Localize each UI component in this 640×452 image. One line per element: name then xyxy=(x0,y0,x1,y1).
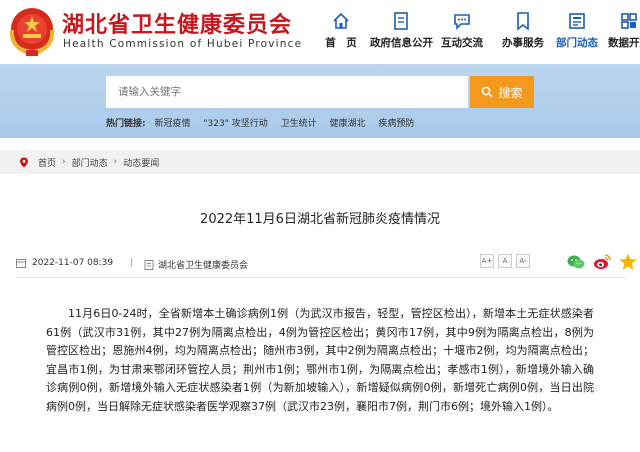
hot-link[interactable]: 新冠疫情 xyxy=(154,119,190,129)
hot-link[interactable]: 健康湖北 xyxy=(329,119,365,129)
publish-date: 2022-11-07 08:39 xyxy=(16,258,113,268)
breadcrumb: 首页 › 部门动态 › 动态要闻 xyxy=(0,150,640,174)
nav-item-home[interactable]: 首 页 xyxy=(310,8,372,56)
site-header: 湖北省卫生健康委员会 Health Commission of Hubei Pr… xyxy=(0,0,640,64)
news-icon xyxy=(569,13,585,29)
site-title[interactable]: 湖北省卫生健康委员会 xyxy=(62,7,292,39)
search-input[interactable] xyxy=(106,76,468,108)
nav-item-interaction[interactable]: 互动交流 xyxy=(431,8,493,56)
search-icon xyxy=(482,86,494,98)
chat-icon xyxy=(454,14,470,30)
share-buttons xyxy=(566,252,638,272)
location-pin-icon xyxy=(20,157,28,167)
breadcrumb-home[interactable]: 首页 xyxy=(38,156,56,169)
font-larger-button[interactable]: A+ xyxy=(480,254,494,268)
hot-links-label: 热门链接: xyxy=(106,119,146,129)
nav-label: 首 页 xyxy=(325,37,357,49)
font-normal-button[interactable]: A xyxy=(498,254,512,268)
breadcrumb-current[interactable]: 动态要闻 xyxy=(123,156,159,169)
hot-link[interactable]: 疾病预防 xyxy=(378,119,414,129)
article-body: 11月6日0-24时，全省新增本土确诊病例1例（为武汉市报告，轻型，管控区检出）… xyxy=(46,307,594,413)
calendar-icon xyxy=(16,259,26,268)
nav-label: 互动交流 xyxy=(441,37,483,49)
font-smaller-button[interactable]: A- xyxy=(516,254,530,268)
hot-link[interactable]: "323" 攻坚行动 xyxy=(203,119,267,129)
article-source-text: 湖北省卫生健康委员会 xyxy=(158,261,249,271)
breadcrumb-separator-icon: › xyxy=(62,157,66,167)
bookmark-icon xyxy=(517,12,529,31)
font-size-controls: A+ A A- xyxy=(480,254,530,268)
publish-date-text: 2022-11-07 08:39 xyxy=(32,258,114,268)
nav-item-gov-info[interactable]: 政府信息公开 xyxy=(370,8,433,56)
search-banner: 搜索 热门链接: 新冠疫情 "323" 攻坚行动 卫生统计 健康湖北 疾病预防 xyxy=(0,64,640,138)
meta-divider: | xyxy=(130,258,134,268)
weibo-icon[interactable] xyxy=(592,252,612,272)
breadcrumb-department-news[interactable]: 部门动态 xyxy=(72,156,108,169)
article-source: 湖北省卫生健康委员会 xyxy=(144,258,248,271)
nav-label: 办事服务 xyxy=(502,37,544,49)
nav-label: 数据开放 xyxy=(608,37,640,49)
document-icon xyxy=(394,12,408,30)
wechat-icon[interactable] xyxy=(566,252,586,272)
national-emblem-icon[interactable] xyxy=(6,4,58,58)
article-title: 2022年11月6日湖北省新冠肺炎疫情情况 xyxy=(200,212,440,227)
nav-label: 政府信息公开 xyxy=(370,37,433,49)
search-button-label: 搜索 xyxy=(498,85,523,100)
data-icon xyxy=(621,13,637,29)
hot-link[interactable]: 卫生统计 xyxy=(281,119,317,129)
qzone-icon[interactable] xyxy=(618,252,638,272)
main-nav: 首 页 政府信息公开 互动交流 办事服务 部门动态 数据开放 xyxy=(320,8,640,56)
source-icon xyxy=(144,259,154,270)
site-subtitle: Health Commission of Hubei Province xyxy=(63,38,303,50)
nav-item-open-data[interactable]: 数据开放 xyxy=(598,8,640,56)
search-button[interactable]: 搜索 xyxy=(470,76,534,108)
hot-links: 热门链接: 新冠疫情 "323" 攻坚行动 卫生统计 健康湖北 疾病预防 xyxy=(106,116,424,129)
nav-item-services[interactable]: 办事服务 xyxy=(492,8,554,56)
breadcrumb-separator-icon: › xyxy=(113,157,118,167)
article-meta: 2022-11-07 08:39 | 湖北省卫生健康委员会 A+ A A- xyxy=(16,252,637,278)
home-icon xyxy=(333,12,349,29)
